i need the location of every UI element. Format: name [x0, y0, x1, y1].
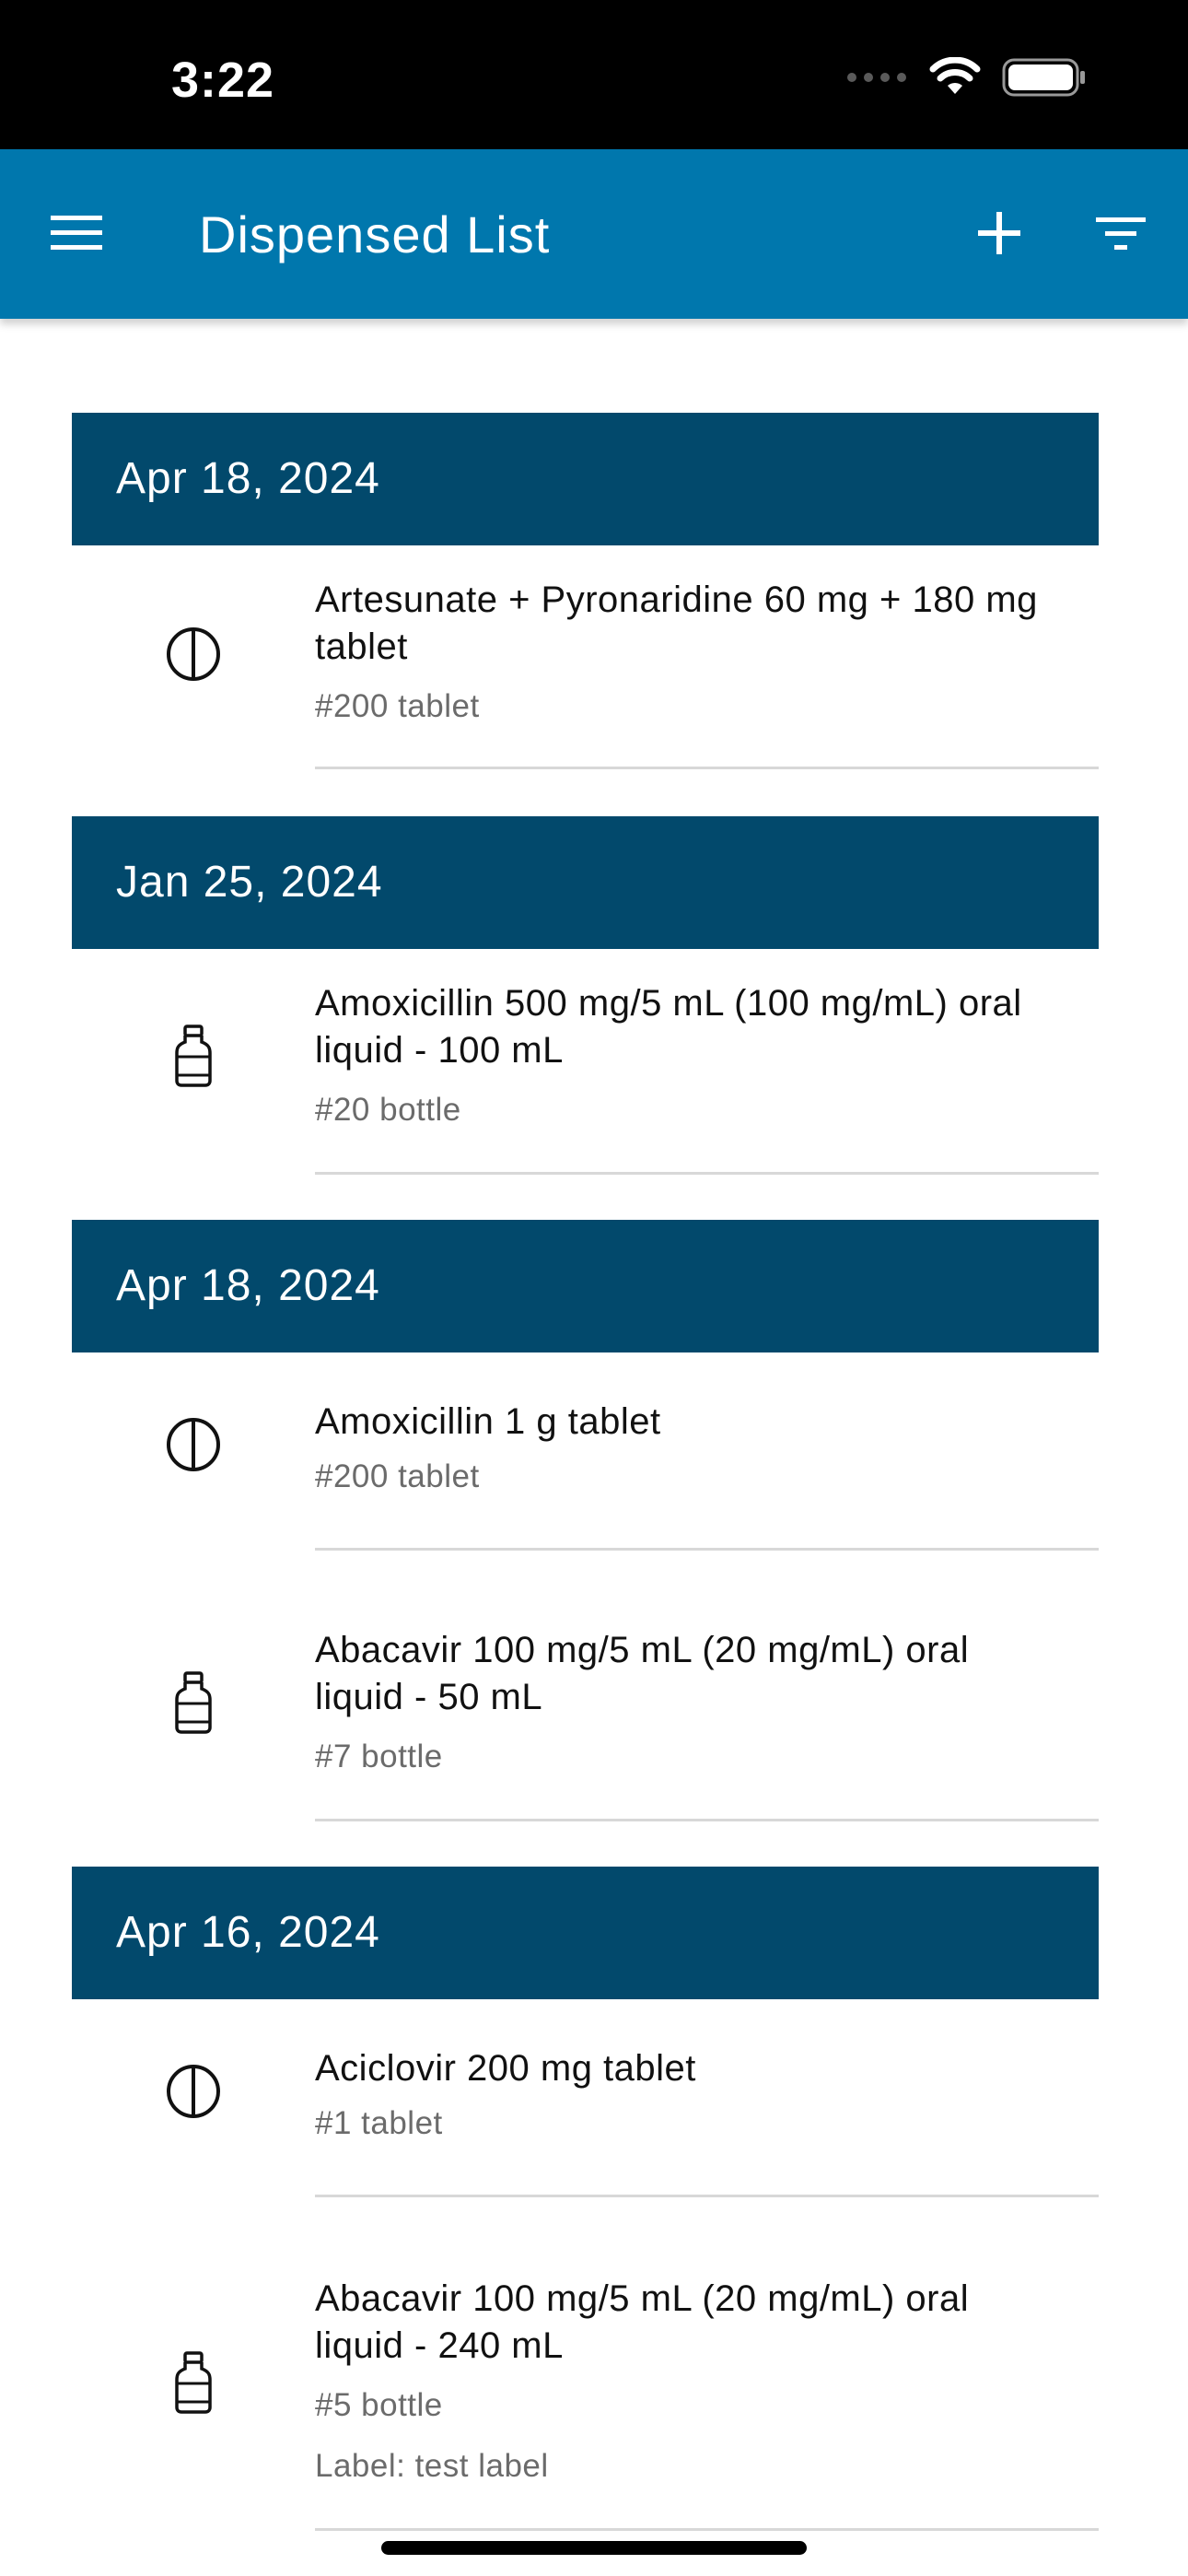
battery-icon — [1002, 57, 1087, 102]
item-quantity: #5 bottle — [315, 2387, 443, 2423]
item-quantity: #200 tablet — [315, 1458, 480, 1494]
list-item[interactable]: Amoxicillin 500 mg/5 mL (100 mg/mL) oral… — [0, 949, 1188, 1175]
home-indicator[interactable] — [381, 2541, 807, 2555]
bottle-icon — [160, 1669, 227, 1736]
item-quantity: #20 bottle — [315, 1092, 461, 1128]
date-header: Jan 25, 2024 — [72, 816, 1099, 949]
item-divider — [315, 1548, 1099, 1551]
list-item[interactable]: Abacavir 100 mg/5 mL (20 mg/mL) oral liq… — [0, 1551, 1188, 1824]
item-divider — [315, 2195, 1099, 2197]
date-header-label: Apr 18, 2024 — [116, 454, 380, 503]
item-divider — [315, 2528, 1099, 2531]
date-header-label: Jan 25, 2024 — [116, 858, 383, 907]
date-header: Apr 16, 2024 — [72, 1867, 1099, 1999]
item-divider — [315, 1172, 1099, 1175]
item-name: Aciclovir 200 mg tablet — [315, 2048, 696, 2089]
item-divider — [315, 1819, 1099, 1821]
date-header-label: Apr 16, 2024 — [116, 1908, 380, 1957]
bottle-icon — [160, 1023, 227, 1089]
status-icons — [845, 53, 1087, 105]
item-divider — [315, 767, 1099, 769]
date-header: Apr 18, 2024 — [72, 413, 1099, 545]
item-quantity: #1 tablet — [315, 2105, 443, 2141]
signal-dots-icon — [845, 71, 908, 88]
page-title: Dispensed List — [199, 205, 551, 263]
item-name: Amoxicillin 500 mg/5 mL (100 mg/mL) oral… — [315, 983, 1022, 1071]
menu-button[interactable] — [37, 195, 116, 275]
tablet-icon — [160, 2058, 227, 2125]
tablet-icon — [160, 621, 227, 687]
wifi-icon — [928, 56, 982, 102]
list-item[interactable]: Aciclovir 200 mg tablet #1 tablet — [0, 1999, 1188, 2198]
tablet-icon — [160, 1411, 227, 1478]
filter-button[interactable] — [1081, 195, 1160, 275]
item-quantity: #7 bottle — [315, 1739, 443, 1774]
item-name: Abacavir 100 mg/5 mL (20 mg/mL) oral liq… — [315, 2278, 970, 2366]
item-name: Amoxicillin 1 g tablet — [315, 1401, 661, 1442]
item-name: Artesunate + Pyronaridine 60 mg + 180 mg… — [315, 580, 1038, 667]
filter-icon — [1096, 215, 1146, 256]
list-item[interactable]: Amoxicillin 1 g tablet #200 tablet — [0, 1352, 1188, 1551]
date-header: Apr 18, 2024 — [72, 1220, 1099, 1352]
plus-icon — [976, 210, 1022, 261]
item-quantity: #200 tablet — [315, 688, 480, 724]
item-label: Label: test label — [315, 2448, 549, 2484]
status-bar: 3:22 — [0, 0, 1188, 149]
add-button[interactable] — [960, 195, 1039, 275]
bottle-icon — [160, 2349, 227, 2416]
list-item[interactable]: Artesunate + Pyronaridine 60 mg + 180 mg… — [0, 545, 1188, 770]
status-time: 3:22 — [171, 53, 275, 108]
menu-icon — [51, 215, 102, 256]
app-bar: Dispensed List — [0, 149, 1188, 319]
list-item[interactable]: Abacavir 100 mg/5 mL (20 mg/mL) oral liq… — [0, 2198, 1188, 2534]
date-header-label: Apr 18, 2024 — [116, 1261, 380, 1310]
item-name: Abacavir 100 mg/5 mL (20 mg/mL) oral liq… — [315, 1630, 970, 1717]
